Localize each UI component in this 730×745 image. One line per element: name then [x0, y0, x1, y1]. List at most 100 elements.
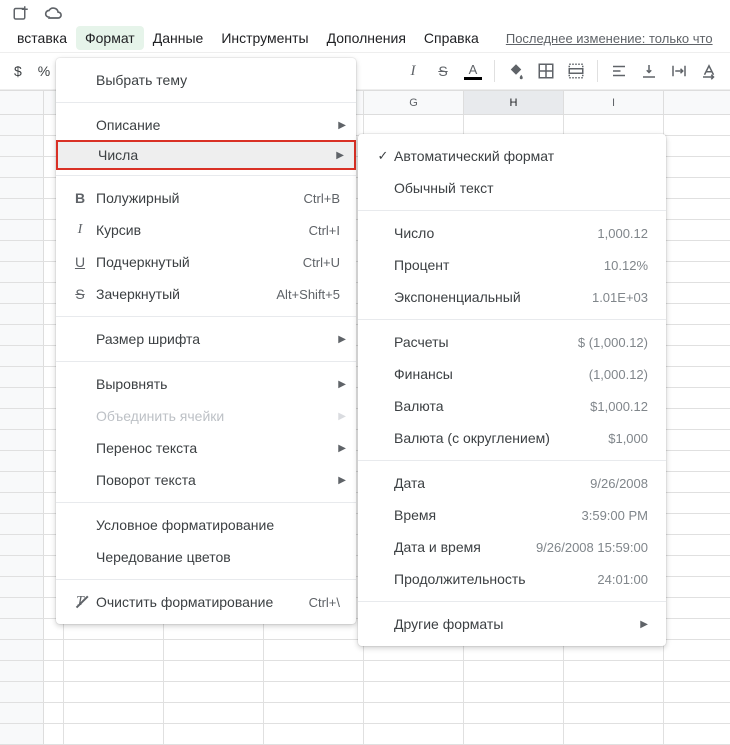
vertical-align-button[interactable] — [636, 58, 662, 84]
fmt-automatic[interactable]: ✓Автоматический формат — [358, 140, 666, 172]
row-header[interactable] — [0, 367, 44, 387]
row-header[interactable] — [0, 493, 44, 513]
menu-description[interactable]: Описание▶ — [56, 109, 356, 141]
row-header[interactable] — [0, 514, 44, 534]
cell[interactable] — [564, 115, 664, 135]
menu-numbers[interactable]: Числа▶ — [56, 140, 356, 170]
fmt-currency-rounded[interactable]: Валюта (с округлением)$1,000 — [358, 422, 666, 454]
fmt-plain-text[interactable]: Обычный текст — [358, 172, 666, 204]
menu-text-wrap[interactable]: Перенос текста▶ — [56, 432, 356, 464]
cell[interactable] — [464, 115, 564, 135]
cell[interactable] — [364, 724, 464, 744]
cell[interactable] — [64, 682, 164, 702]
row-header[interactable] — [0, 724, 44, 744]
menu-theme[interactable]: Выбрать тему — [56, 64, 356, 96]
row-header[interactable] — [0, 325, 44, 345]
menu-strikethrough[interactable]: SЗачеркнутыйAlt+Shift+5 — [56, 278, 356, 310]
row-header[interactable] — [0, 178, 44, 198]
menu-underline[interactable]: UПодчеркнутыйCtrl+U — [56, 246, 356, 278]
cell[interactable] — [564, 724, 664, 744]
row-header[interactable] — [0, 619, 44, 639]
cell[interactable] — [44, 661, 64, 681]
merge-cells-button[interactable] — [563, 58, 589, 84]
row-header[interactable] — [0, 682, 44, 702]
fmt-date[interactable]: Дата9/26/2008 — [358, 467, 666, 499]
menu-italic[interactable]: IКурсивCtrl+I — [56, 214, 356, 246]
row-header[interactable] — [0, 640, 44, 660]
cell[interactable] — [164, 640, 264, 660]
cell[interactable] — [564, 703, 664, 723]
cell[interactable] — [464, 724, 564, 744]
italic-button[interactable]: I — [400, 58, 426, 84]
menu-format[interactable]: Формат — [76, 26, 144, 50]
cell[interactable] — [264, 682, 364, 702]
text-color-button[interactable]: A — [460, 58, 486, 84]
cell[interactable] — [44, 682, 64, 702]
menu-font-size[interactable]: Размер шрифта▶ — [56, 323, 356, 355]
fmt-financial[interactable]: Финансы(1,000.12) — [358, 358, 666, 390]
horizontal-align-button[interactable] — [606, 58, 632, 84]
fmt-currency[interactable]: Валюта$1,000.12 — [358, 390, 666, 422]
cell[interactable] — [164, 661, 264, 681]
row-header[interactable] — [0, 304, 44, 324]
cell[interactable] — [64, 703, 164, 723]
fmt-duration[interactable]: Продолжительность24:01:00 — [358, 563, 666, 595]
borders-button[interactable] — [533, 58, 559, 84]
cell[interactable] — [264, 703, 364, 723]
fill-color-button[interactable] — [503, 58, 529, 84]
menu-alternating-colors[interactable]: Чередование цветов — [56, 541, 356, 573]
menu-insert[interactable]: вставка — [8, 26, 76, 50]
menu-addons[interactable]: Дополнения — [318, 26, 415, 50]
last-edit-link[interactable]: Последнее изменение: только что — [506, 31, 713, 46]
cell[interactable] — [364, 115, 464, 135]
fmt-accounting[interactable]: Расчеты$ (1,000.12) — [358, 326, 666, 358]
row-header[interactable] — [0, 157, 44, 177]
row-header[interactable] — [0, 199, 44, 219]
cell[interactable] — [164, 682, 264, 702]
strikethrough-button[interactable]: S — [430, 58, 456, 84]
row-header[interactable] — [0, 346, 44, 366]
menu-bold[interactable]: BПолужирныйCtrl+B — [56, 182, 356, 214]
select-all-corner[interactable] — [0, 91, 44, 114]
menu-align[interactable]: Выровнять▶ — [56, 368, 356, 400]
cell[interactable] — [264, 724, 364, 744]
cell[interactable] — [44, 703, 64, 723]
cell[interactable] — [464, 682, 564, 702]
cell[interactable] — [564, 682, 664, 702]
fmt-number[interactable]: Число1,000.12 — [358, 217, 666, 249]
currency-format-button[interactable]: $ — [8, 63, 28, 79]
text-rotation-button[interactable] — [696, 58, 722, 84]
cell[interactable] — [44, 640, 64, 660]
row-header[interactable] — [0, 388, 44, 408]
row-header[interactable] — [0, 241, 44, 261]
row-header[interactable] — [0, 283, 44, 303]
cell[interactable] — [264, 661, 364, 681]
row-header[interactable] — [0, 136, 44, 156]
row-header[interactable] — [0, 703, 44, 723]
menu-help[interactable]: Справка — [415, 26, 488, 50]
fmt-more-formats[interactable]: Другие форматы▶ — [358, 608, 666, 640]
row-header[interactable] — [0, 556, 44, 576]
cell[interactable] — [164, 724, 264, 744]
row-header[interactable] — [0, 661, 44, 681]
cell[interactable] — [164, 703, 264, 723]
cell[interactable] — [264, 640, 364, 660]
row-header[interactable] — [0, 535, 44, 555]
cell[interactable] — [364, 682, 464, 702]
row-header[interactable] — [0, 409, 44, 429]
text-wrap-button[interactable] — [666, 58, 692, 84]
row-header[interactable] — [0, 220, 44, 240]
cell[interactable] — [64, 661, 164, 681]
row-header[interactable] — [0, 262, 44, 282]
cell[interactable] — [364, 703, 464, 723]
row-header[interactable] — [0, 598, 44, 618]
menu-clear-formatting[interactable]: TОчистить форматированиеCtrl+\ — [56, 586, 356, 618]
cell[interactable] — [464, 703, 564, 723]
row-header[interactable] — [0, 115, 44, 135]
cell[interactable] — [64, 724, 164, 744]
column-header[interactable]: H — [464, 91, 564, 114]
menu-conditional-formatting[interactable]: Условное форматирование — [56, 509, 356, 541]
row-header[interactable] — [0, 472, 44, 492]
fmt-time[interactable]: Время3:59:00 PM — [358, 499, 666, 531]
row-header[interactable] — [0, 451, 44, 471]
